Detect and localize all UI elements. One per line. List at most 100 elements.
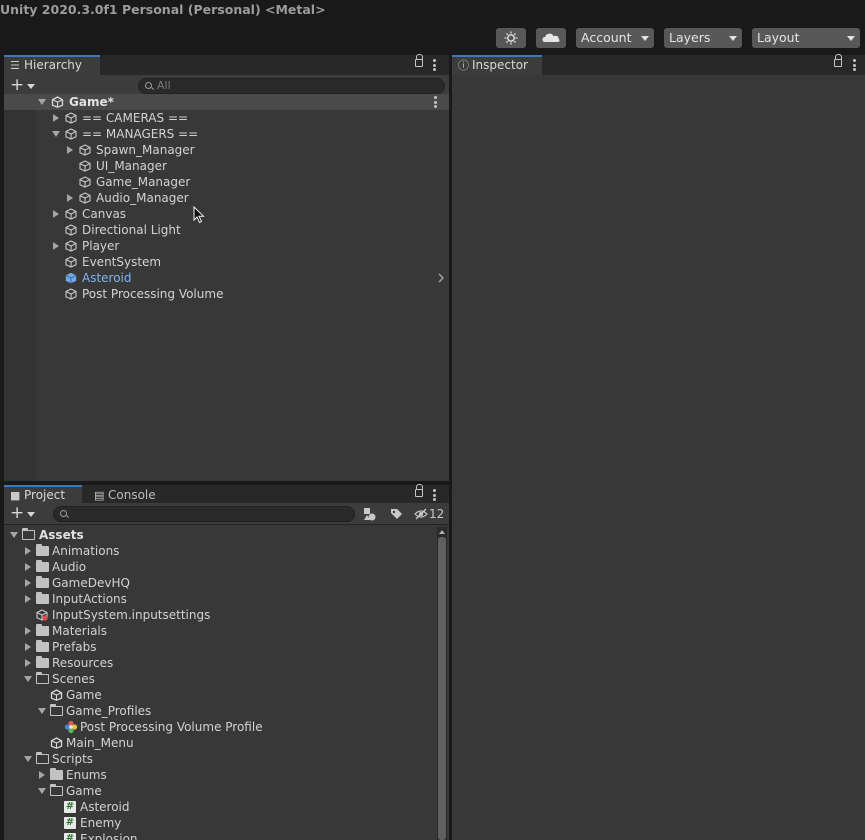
project-item-script[interactable]: # Enemy [4,815,436,831]
hierarchy-item-label: == MANAGERS == [82,127,199,141]
hierarchy-item[interactable]: Post Processing Volume [4,286,449,302]
chevron-down-icon[interactable] [24,756,32,762]
chevron-down-icon[interactable] [38,708,46,714]
lock-icon[interactable] [415,54,423,67]
chevron-down-icon[interactable] [52,131,60,137]
project-item-folder[interactable]: Audio [4,559,436,575]
project-item-label: InputSystem.inputsettings [52,608,211,622]
project-item-scene[interactable]: Game [4,687,436,703]
account-dropdown[interactable]: Account [576,28,654,48]
create-button[interactable]: + [10,77,24,94]
chevron-up-icon[interactable] [438,529,446,535]
chevron-right-icon[interactable] [25,627,31,635]
project-item-folder[interactable]: Materials [4,623,436,639]
collab-button[interactable] [496,28,526,48]
more-options-icon[interactable] [434,96,437,108]
chevron-right-icon[interactable] [67,146,73,154]
project-item-folder[interactable]: Animations [4,543,436,559]
chevron-down-icon [847,36,855,41]
hierarchy-item[interactable]: == MANAGERS == [4,126,449,142]
unity-scene-icon [50,689,63,701]
project-item-folder[interactable]: Resources [4,655,436,671]
hierarchy-item[interactable]: UI_Manager [4,158,449,174]
tab-hierarchy-label: Hierarchy [24,58,83,72]
project-item-script[interactable]: # Asteroid [4,799,436,815]
chevron-right-icon[interactable] [25,643,31,651]
tab-hierarchy[interactable]: ☰ Hierarchy [4,55,100,75]
hierarchy-item[interactable]: Audio_Manager [4,190,449,206]
hierarchy-item[interactable]: Player [4,238,449,254]
project-item-folder[interactable]: Assets [4,527,436,543]
lock-icon[interactable] [834,54,842,67]
hierarchy-item[interactable]: Canvas [4,206,449,222]
chevron-right-icon[interactable] [39,771,45,779]
chevron-right-icon[interactable] [25,659,31,667]
list-icon: ☰ [10,59,20,72]
project-search-input[interactable] [53,506,355,522]
project-item-folder[interactable]: Game_Profiles [4,703,436,719]
project-item-folder[interactable]: Prefabs [4,639,436,655]
chevron-right-icon[interactable] [67,194,73,202]
project-tabbar: ■ Project ▤ Console [4,484,449,505]
chevron-down-icon[interactable] [10,532,18,538]
project-item-scene[interactable]: Main_Menu [4,735,436,751]
chevron-down-icon[interactable] [27,84,35,89]
hidden-packages-count: 12 [429,507,445,521]
folder-open-icon [49,783,63,796]
hierarchy-item[interactable]: Directional Light [4,222,449,238]
more-options-icon[interactable] [433,59,436,71]
filter-by-type-icon[interactable] [361,506,377,522]
chevron-right-icon[interactable] [25,595,31,603]
project-item-folder[interactable]: Enums [4,767,436,783]
cloud-icon [542,33,560,42]
project-item-asset[interactable]: Post Processing Volume Profile [4,719,436,735]
layers-dropdown[interactable]: Layers [664,28,742,48]
hierarchy-search-placeholder: All [157,79,171,92]
create-button[interactable]: + [10,505,24,522]
layout-dropdown[interactable]: Layout [752,28,860,48]
project-item-folder[interactable]: Game [4,783,436,799]
chevron-right-icon[interactable] [25,579,31,587]
chevron-down-icon[interactable] [27,512,35,517]
project-item-folder[interactable]: Scripts [4,751,436,767]
hierarchy-item[interactable]: == CAMERAS == [4,110,449,126]
chevron-right-icon[interactable] [25,547,31,555]
csharp-script-icon: # [64,801,76,813]
chevron-down-icon[interactable] [24,676,32,682]
hierarchy-item[interactable]: Game_Manager [4,174,449,190]
folder-open-icon [35,671,49,684]
project-item-folder[interactable]: Scenes [4,671,436,687]
chevron-right-icon[interactable] [437,273,445,283]
hierarchy-item[interactable]: Spawn_Manager [4,142,449,158]
project-item-label: Prefabs [52,640,97,654]
chevron-right-icon[interactable] [53,210,59,218]
hidden-packages-toggle[interactable]: 12 [414,506,448,522]
collab-icon [504,31,518,45]
scrollbar-thumb[interactable] [438,537,446,840]
more-options-icon[interactable] [853,59,856,71]
cloud-button[interactable] [536,28,566,48]
lock-icon[interactable] [415,484,423,497]
scene-row[interactable]: Game* [4,94,449,110]
folder-icon: ■ [10,489,21,502]
hierarchy-item-prefab[interactable]: Asteroid [4,270,449,286]
project-item-script[interactable]: # Explosion [4,831,436,840]
chevron-right-icon[interactable] [53,242,59,250]
chevron-right-icon[interactable] [53,114,59,122]
project-item-asset[interactable]: InputSystem.inputsettings [4,607,436,623]
chevron-down-icon[interactable] [38,99,46,105]
filter-by-label-icon[interactable] [388,506,404,522]
more-options-icon[interactable] [433,489,436,501]
hierarchy-item-label: EventSystem [82,255,162,269]
tab-inspector-label: Inspector [472,58,528,72]
chevron-down-icon[interactable] [38,788,46,794]
project-scrollbar[interactable] [437,527,447,840]
hierarchy-search-input[interactable]: All [138,78,445,94]
tab-inspector[interactable]: ⓘ Inspector [452,55,542,75]
tab-project[interactable]: ■ Project [4,485,82,505]
chevron-right-icon[interactable] [25,563,31,571]
tab-console[interactable]: ▤ Console [88,485,168,505]
hierarchy-item[interactable]: EventSystem [4,254,449,270]
project-item-folder[interactable]: GameDevHQ [4,575,436,591]
project-item-folder[interactable]: InputActions [4,591,436,607]
